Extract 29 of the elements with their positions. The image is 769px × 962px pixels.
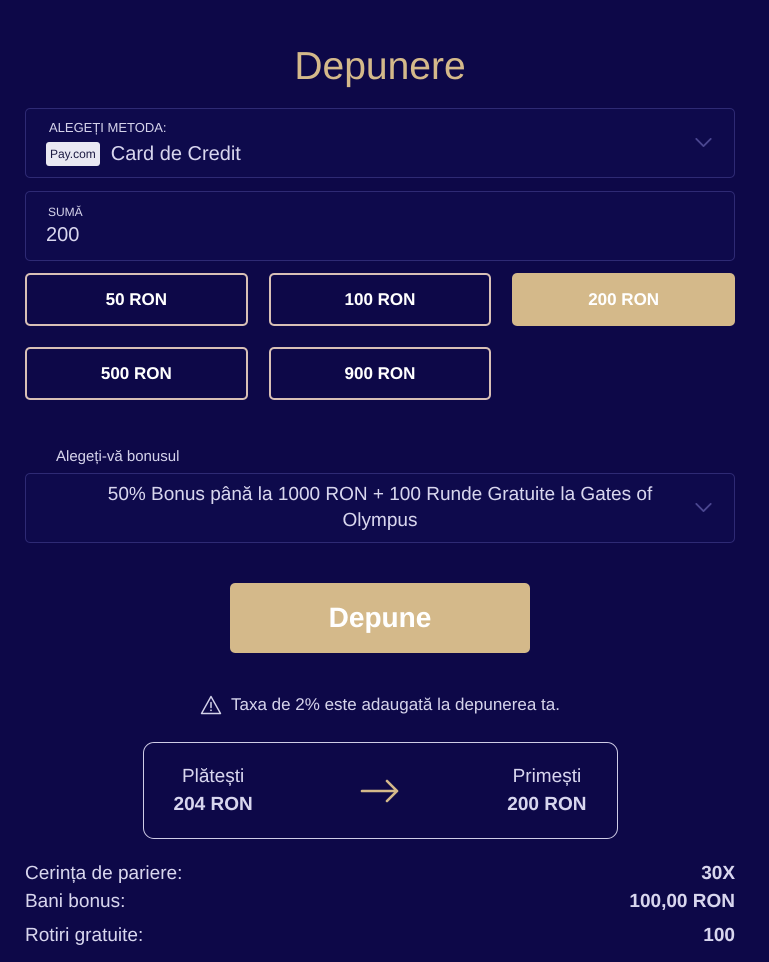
amount-preset-button[interactable]: 500 RON [25,347,248,400]
bonus-label: Alegeți-vă bonusul [56,448,180,466]
field-label: SUMĂ [48,205,83,219]
chevron-down-icon [695,138,712,147]
chevron-down-icon [695,503,712,512]
field-value: 200 [46,223,80,247]
fee-notice: Taxa de 2% este adaugată la depunerea ta. [231,695,560,715]
payment-logo: Pay.com [46,142,100,166]
detail-label: Bani bonus: [25,890,126,914]
select-value: Card de Credit [110,142,241,166]
pay-label: Plătești [182,766,244,788]
amount-preset-button[interactable]: 50 RON [25,273,248,326]
pay-amount: 204 RON [174,794,253,816]
receive-label: Primești [512,766,582,788]
amount-preset-button[interactable]: 900 RON [268,347,492,400]
field-label: ALEGEȚI METODA: [49,120,167,136]
detail-value: 100,00 RON [629,890,735,914]
page-title: Depunere [294,44,466,90]
amount-preset-button[interactable]: 100 RON [268,273,492,326]
detail-label: Cerința de pariere: [25,862,182,886]
amount-field[interactable]: SUMĂ 200 [25,191,735,261]
detail-value: 30X [701,862,735,886]
receive-amount: 200 RON [507,794,586,816]
warning-icon [200,695,222,715]
detail-label: Rotiri gratuite: [25,924,144,948]
detail-value: 100 [703,924,735,948]
arrow-right-icon [360,778,400,802]
method-select[interactable]: ALEGEȚI METODA: Pay.com Card de Credit [25,108,735,178]
bonus-select[interactable]: 50% Bonus până la 1000 RON + 100 Runde Gratuite la Gates of Olympus [25,473,735,543]
